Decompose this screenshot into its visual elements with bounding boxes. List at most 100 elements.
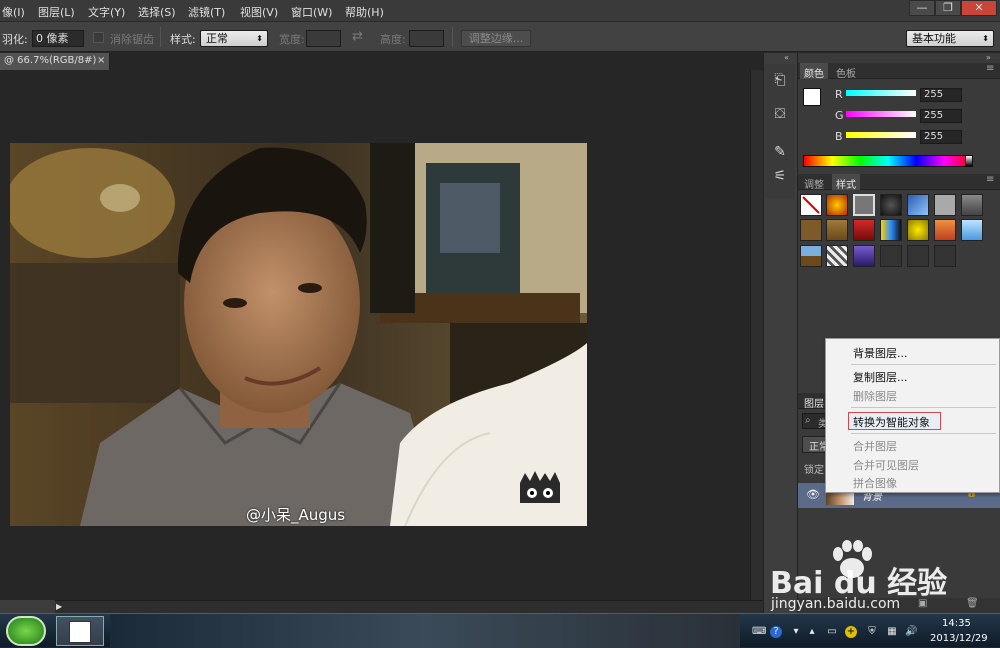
style-swatch[interactable]: [826, 219, 848, 241]
menu-view[interactable]: 视图(V): [240, 4, 278, 20]
b-slider[interactable]: [846, 132, 916, 138]
feather-input[interactable]: 0 像素: [32, 30, 84, 47]
close-tab-icon[interactable]: ×: [97, 55, 105, 66]
r-slider[interactable]: [846, 90, 916, 96]
scroll-right-arrow-icon[interactable]: ▶: [56, 602, 62, 611]
antivirus-icon[interactable]: ⛨: [866, 626, 878, 638]
height-input[interactable]: [409, 30, 444, 47]
workspace-value: 基本功能: [912, 32, 956, 45]
document-title: @ 66.7%(RGB/8#): [4, 55, 97, 66]
style-dropdown[interactable]: 正常 ⬍: [200, 30, 268, 47]
updown-arrow-icon: ⬍: [256, 34, 263, 43]
style-swatch[interactable]: [853, 245, 875, 267]
g-value-input[interactable]: 255: [920, 109, 962, 123]
style-swatch[interactable]: [907, 219, 929, 241]
start-button[interactable]: [6, 616, 46, 646]
workspace-dropdown[interactable]: 基本功能 ⬍: [906, 30, 994, 47]
menu-item-duplicate-layer[interactable]: 复制图层...: [853, 369, 908, 385]
refine-edge-button[interactable]: 调整边缘...: [461, 30, 531, 47]
style-swatch[interactable]: [907, 194, 929, 216]
clock-time[interactable]: 14:35: [942, 618, 971, 629]
panel-menu-icon[interactable]: ≡: [986, 174, 994, 185]
tab-swatches[interactable]: 色板: [836, 65, 856, 80]
r-value-input[interactable]: 255: [920, 88, 962, 102]
keyboard-icon[interactable]: ⌨: [752, 626, 766, 638]
style-swatch[interactable]: [800, 219, 822, 241]
style-swatch[interactable]: [826, 194, 848, 216]
eye-visibility-icon[interactable]: 👁: [806, 488, 820, 501]
tab-styles[interactable]: 样式: [836, 176, 856, 191]
photo-watermark: @小呆_Augus: [246, 506, 346, 524]
show-hidden-icons-icon[interactable]: ▴: [806, 626, 818, 638]
menu-select[interactable]: 选择(S): [138, 4, 176, 20]
close-window-button[interactable]: ✕: [961, 0, 997, 16]
brush-icon[interactable]: ✎: [770, 142, 790, 162]
width-label: 宽度:: [279, 33, 305, 46]
help-icon[interactable]: ?: [770, 626, 782, 638]
menu-help[interactable]: 帮助(H): [345, 4, 384, 20]
style-swatch[interactable]: [853, 194, 875, 216]
dropdown-arrow-icon[interactable]: ▾: [790, 626, 802, 638]
menu-window[interactable]: 窗口(W): [291, 4, 332, 20]
menu-image[interactable]: 像(I): [2, 4, 25, 20]
status-bar: [0, 600, 55, 613]
height-label: 高度:: [380, 33, 406, 46]
menu-item-convert-smart-object[interactable]: 转换为智能对象: [853, 414, 930, 430]
foreground-color-swatch[interactable]: [803, 88, 821, 106]
style-none[interactable]: [800, 194, 822, 216]
style-swatch[interactable]: [880, 194, 902, 216]
g-slider[interactable]: [846, 111, 916, 117]
menu-filter[interactable]: 滤镜(T): [188, 4, 225, 20]
menu-item-background-layer[interactable]: 背景图层...: [853, 345, 908, 361]
network-icon[interactable]: ▦: [886, 626, 898, 638]
minimize-button[interactable]: —: [909, 0, 935, 16]
photo-canvas[interactable]: @小呆_Augus: [10, 143, 587, 526]
panel-menu-icon[interactable]: ≡: [986, 63, 994, 74]
vertical-scrollbar[interactable]: [750, 70, 763, 600]
style-swatch[interactable]: [934, 219, 956, 241]
document-app-icon: [69, 621, 91, 643]
black-white-ramp[interactable]: [965, 155, 973, 167]
collapse-arrows-icon[interactable]: «: [784, 53, 789, 62]
display-icon[interactable]: ▭: [826, 626, 838, 638]
color-spectrum-bar[interactable]: [803, 155, 973, 167]
style-swatch[interactable]: [800, 245, 822, 267]
menu-type[interactable]: 文字(Y): [88, 4, 125, 20]
style-swatch[interactable]: [853, 219, 875, 241]
menu-layer[interactable]: 图层(L): [38, 4, 75, 20]
style-swatch[interactable]: [934, 245, 956, 267]
style-swatch[interactable]: [907, 245, 929, 267]
style-swatch[interactable]: [961, 194, 983, 216]
style-swatch[interactable]: [826, 245, 848, 267]
horizontal-scrollbar[interactable]: ▶: [0, 600, 763, 613]
style-swatch[interactable]: [934, 194, 956, 216]
divider: [160, 27, 161, 47]
right-panel-column: » 颜色 色板 ≡ R 255 G 255 B 255 调整 样式 ≡ 图层 ⌕…: [797, 53, 1000, 613]
lock-label: 锁定: [804, 465, 824, 476]
tab-layers[interactable]: 图层: [804, 395, 824, 410]
style-swatch[interactable]: [880, 219, 902, 241]
style-swatch[interactable]: [961, 219, 983, 241]
expand-arrows-icon[interactable]: »: [986, 53, 991, 62]
menu-item-merge-layers[interactable]: 合并图层: [853, 438, 897, 454]
clock-date[interactable]: 2013/12/29: [930, 633, 988, 644]
b-value-input[interactable]: 255: [920, 130, 962, 144]
menu-item-delete-layer[interactable]: 删除图层: [853, 388, 897, 404]
taskbar-app-photoshop[interactable]: [56, 616, 104, 646]
style-swatch[interactable]: [880, 245, 902, 267]
channel-r-label: R: [835, 88, 843, 101]
navigator-icon[interactable]: ⛋: [770, 104, 790, 124]
swap-icon[interactable]: ⇄: [352, 29, 363, 44]
tab-color[interactable]: 颜色: [804, 65, 824, 80]
width-input[interactable]: [306, 30, 341, 47]
brush-presets-icon[interactable]: ⚟: [770, 166, 790, 186]
document-tab[interactable]: @ 66.7%(RGB/8#) ×: [0, 53, 110, 70]
menu-item-merge-visible[interactable]: 合并可见图层: [853, 457, 919, 473]
restore-button[interactable]: ❐: [935, 0, 961, 16]
add-icon[interactable]: +: [845, 626, 857, 638]
antialias-checkbox[interactable]: [93, 32, 104, 43]
history-icon[interactable]: ⎗: [770, 70, 790, 90]
tab-adjustments[interactable]: 调整: [804, 176, 824, 191]
menu-item-flatten-image[interactable]: 拼合图像: [853, 475, 897, 491]
volume-icon[interactable]: 🔊: [905, 626, 917, 638]
